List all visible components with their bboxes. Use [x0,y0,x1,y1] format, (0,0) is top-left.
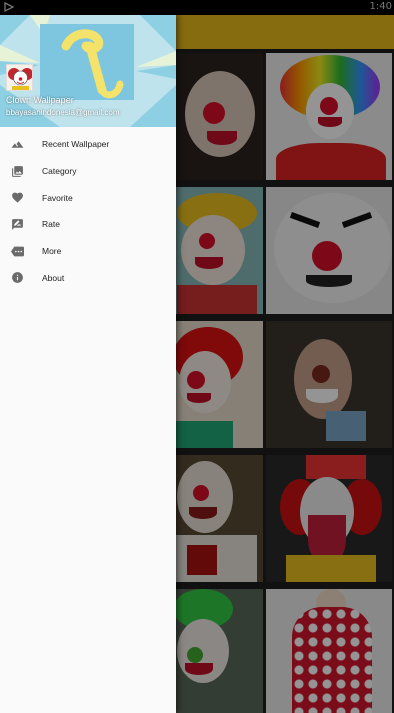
menu-item-label: More [42,246,62,257]
menu-item-label: Rate [42,219,60,230]
menu-item-category[interactable]: Category [0,158,176,185]
account-email: bbayasanindonesia@gmail.com [6,108,120,117]
header-logo-background [40,24,134,100]
menu-item-label: About [42,272,65,283]
menu-item-label: Favorite [42,192,73,203]
heart-icon [12,193,23,203]
more-chat-icon [11,246,24,257]
navigation-drawer: Clown Wallpaper bbayasanindonesia@gmail.… [0,15,176,713]
menu-item-label: Recent Wallpaper [42,139,110,150]
app-name: Clown Wallpaper [6,95,74,105]
landscape-icon [11,141,24,148]
menu-item-favorite[interactable]: Favorite [0,184,176,211]
drawer-header: Clown Wallpaper bbayasanindonesia@gmail.… [0,15,176,127]
menu-item-label: Category [42,166,77,177]
menu-item-more[interactable]: More [0,238,176,265]
info-icon [12,272,23,284]
menu-item-recent-wallpaper[interactable]: Recent Wallpaper [0,131,176,158]
header-logo-icon [61,29,124,99]
avatar [6,64,33,91]
drawer-menu: Recent Wallpaper Category Favorite Rate … [0,131,176,291]
rate-review-icon [12,219,23,230]
menu-item-about[interactable]: About [0,264,176,291]
photo-library-icon [12,165,23,177]
menu-item-rate[interactable]: Rate [0,211,176,238]
